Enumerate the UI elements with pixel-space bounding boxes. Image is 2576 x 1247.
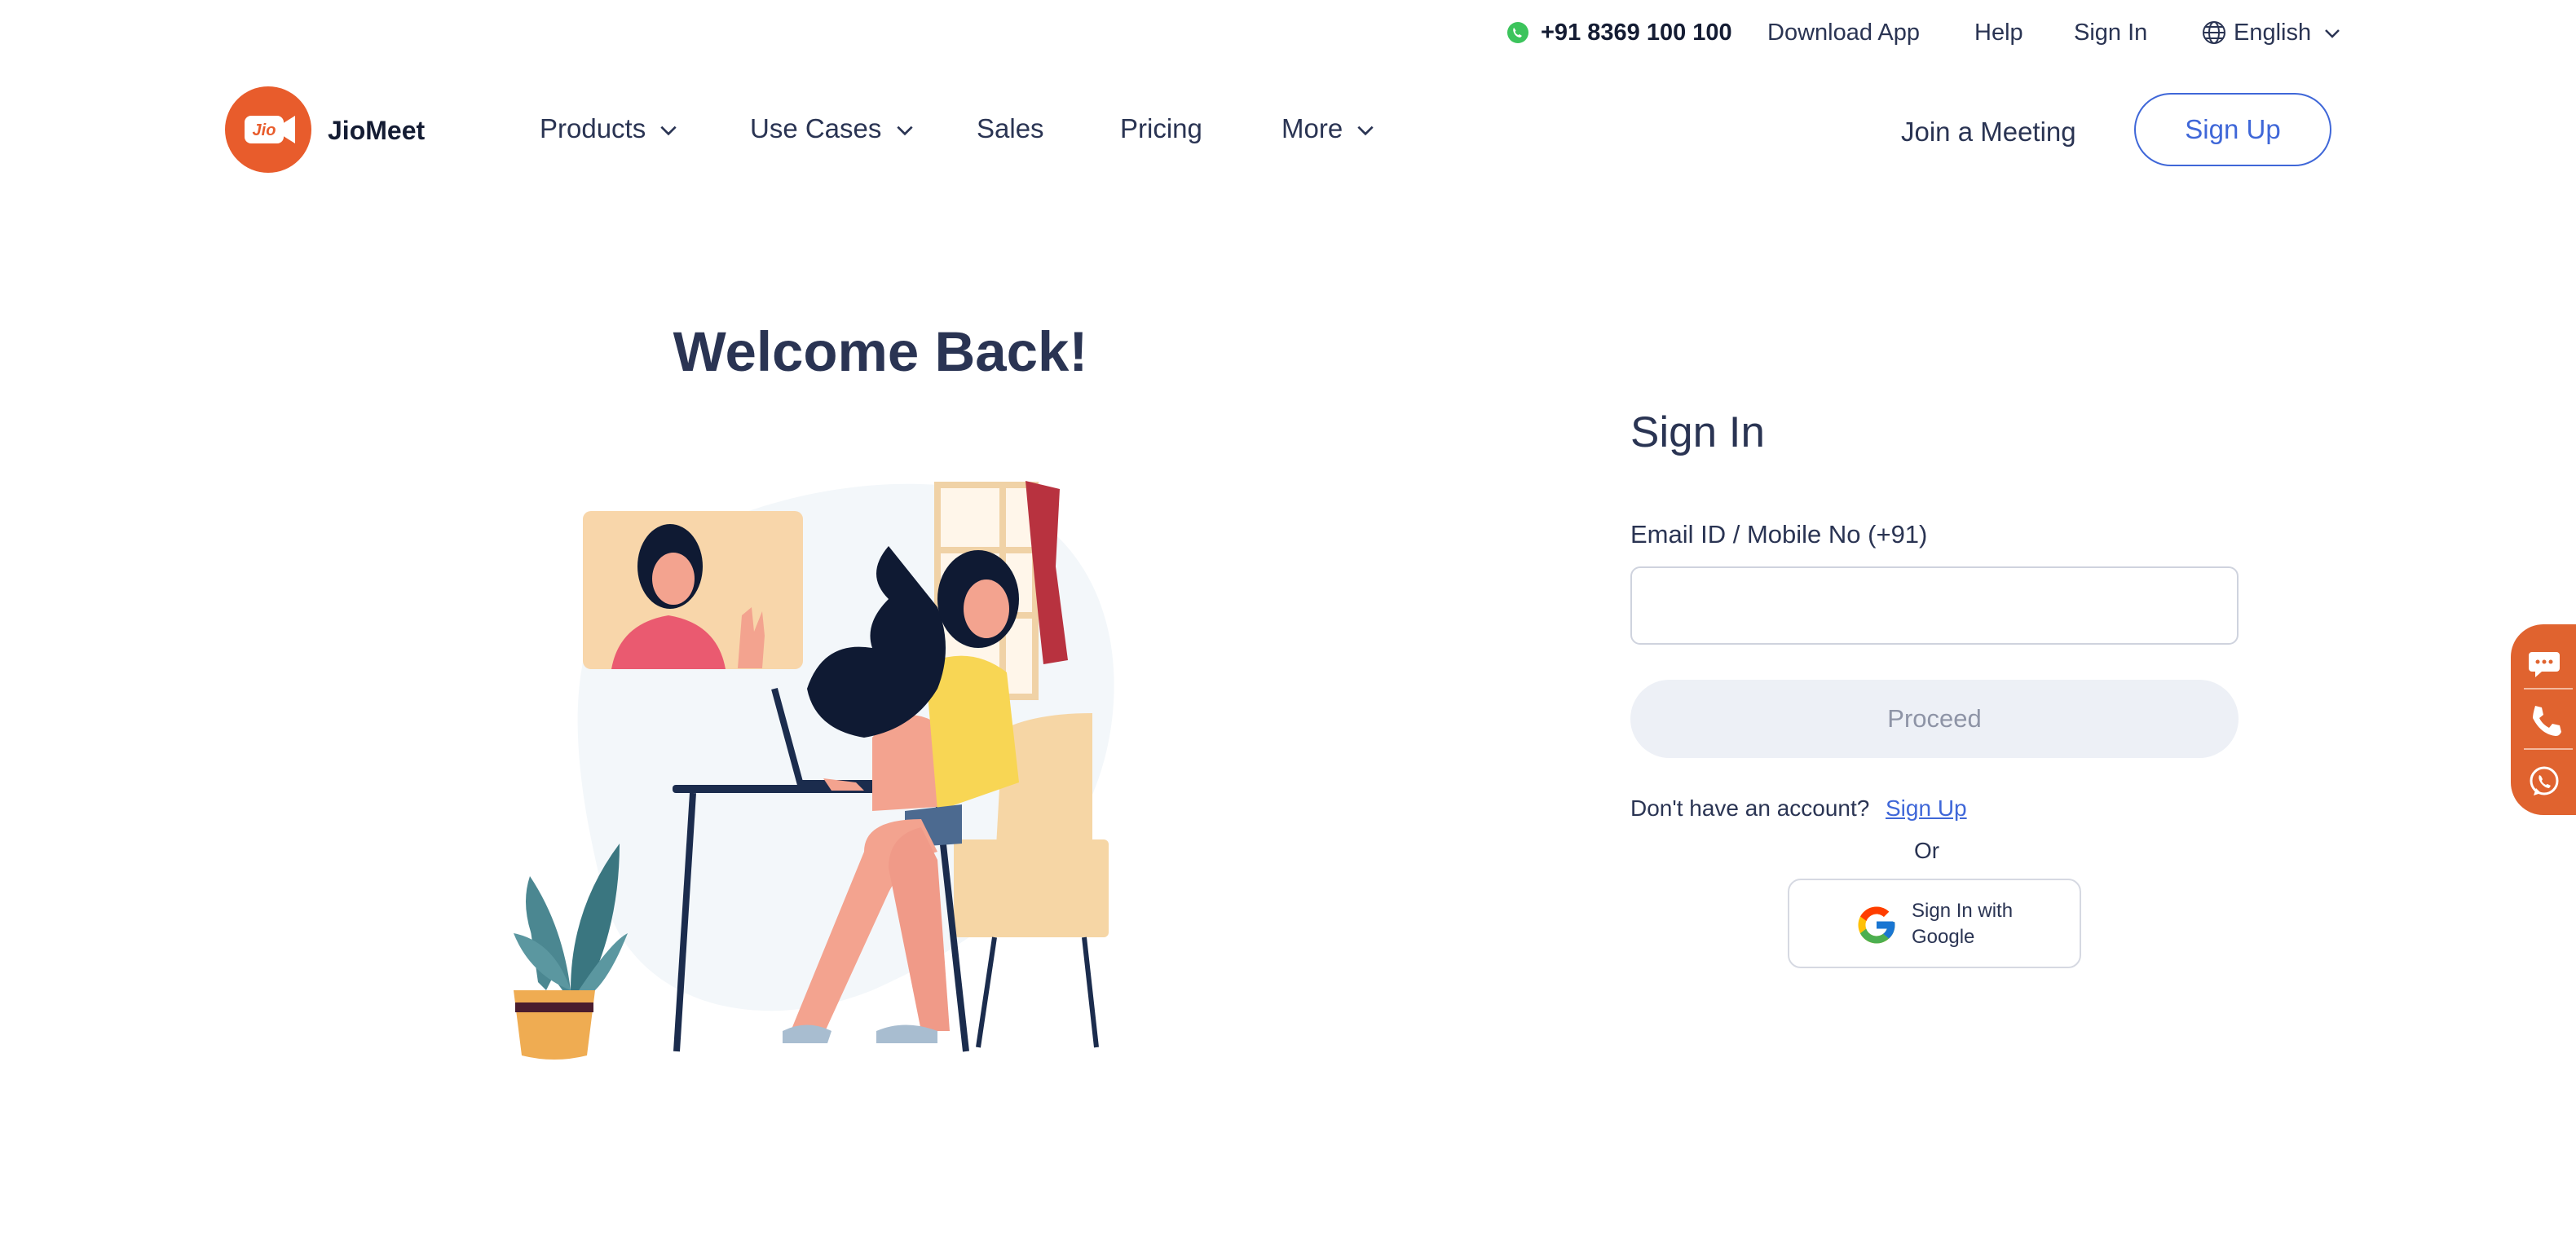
google-icon — [1858, 906, 1895, 944]
top-sign-in-link[interactable]: Sign In — [2074, 15, 2147, 51]
nav-more-label: More — [1281, 113, 1343, 143]
header-sign-up-button[interactable]: Sign Up — [2134, 93, 2331, 166]
whatsapp-icon — [1507, 22, 1528, 43]
chevron-down-icon — [1357, 126, 1374, 136]
whatsapp-icon[interactable] — [2525, 763, 2563, 800]
proceed-button[interactable]: Proceed — [1630, 680, 2239, 758]
chevron-down-icon — [2325, 29, 2340, 39]
widget-divider — [2524, 688, 2573, 690]
chevron-down-icon — [660, 126, 677, 136]
language-selector[interactable]: English — [2234, 15, 2342, 51]
nav-pricing-label: Pricing — [1120, 113, 1202, 143]
nav-products-label: Products — [540, 113, 646, 143]
chevron-down-icon — [896, 126, 913, 136]
nav-sales[interactable]: Sales — [977, 109, 1044, 148]
sign-in-heading: Sign In — [1630, 408, 1766, 456]
logo-text: Jio — [253, 121, 276, 139]
globe-icon — [2203, 21, 2225, 44]
logo-camera-icon: Jio — [245, 116, 295, 143]
google-sign-in-button[interactable]: Sign In with Google — [1788, 879, 2081, 968]
nav-use-cases[interactable]: Use Cases — [750, 109, 915, 148]
download-app-link[interactable]: Download App — [1767, 15, 1920, 51]
nav-pricing[interactable]: Pricing — [1120, 109, 1202, 148]
nav-use-cases-label: Use Cases — [750, 113, 882, 143]
google-sign-in-label: Sign In with Google — [1912, 900, 2014, 948]
email-mobile-input[interactable] — [1630, 566, 2239, 645]
nav-products[interactable]: Products — [540, 109, 679, 148]
brand-name[interactable]: JioMeet — [328, 112, 425, 148]
video-call-illustration — [514, 481, 1114, 1060]
help-link[interactable]: Help — [1974, 15, 2023, 51]
language-label: English — [2234, 20, 2312, 46]
contact-widget — [2511, 624, 2576, 815]
nav-sales-label: Sales — [977, 113, 1044, 143]
widget-divider — [2524, 748, 2573, 750]
page-title: Welcome Back! — [673, 320, 1088, 383]
no-account-text: Don't have an account? — [1630, 795, 1870, 821]
nav-more[interactable]: More — [1281, 109, 1376, 148]
support-phone[interactable]: +91 8369 100 100 — [1541, 15, 1732, 51]
jiomeet-logo[interactable]: Jio — [225, 86, 311, 173]
utility-bar: +91 8369 100 100 Download App Help Sign … — [0, 15, 2576, 51]
phone-icon[interactable] — [2525, 701, 2563, 738]
chat-icon[interactable] — [2525, 644, 2563, 681]
email-label: Email ID / Mobile No (+91) — [1630, 520, 1928, 549]
sign-up-link[interactable]: Sign Up — [1886, 795, 1967, 822]
join-meeting-link[interactable]: Join a Meeting — [1901, 112, 2076, 152]
or-divider-text: Or — [1914, 838, 1940, 863]
